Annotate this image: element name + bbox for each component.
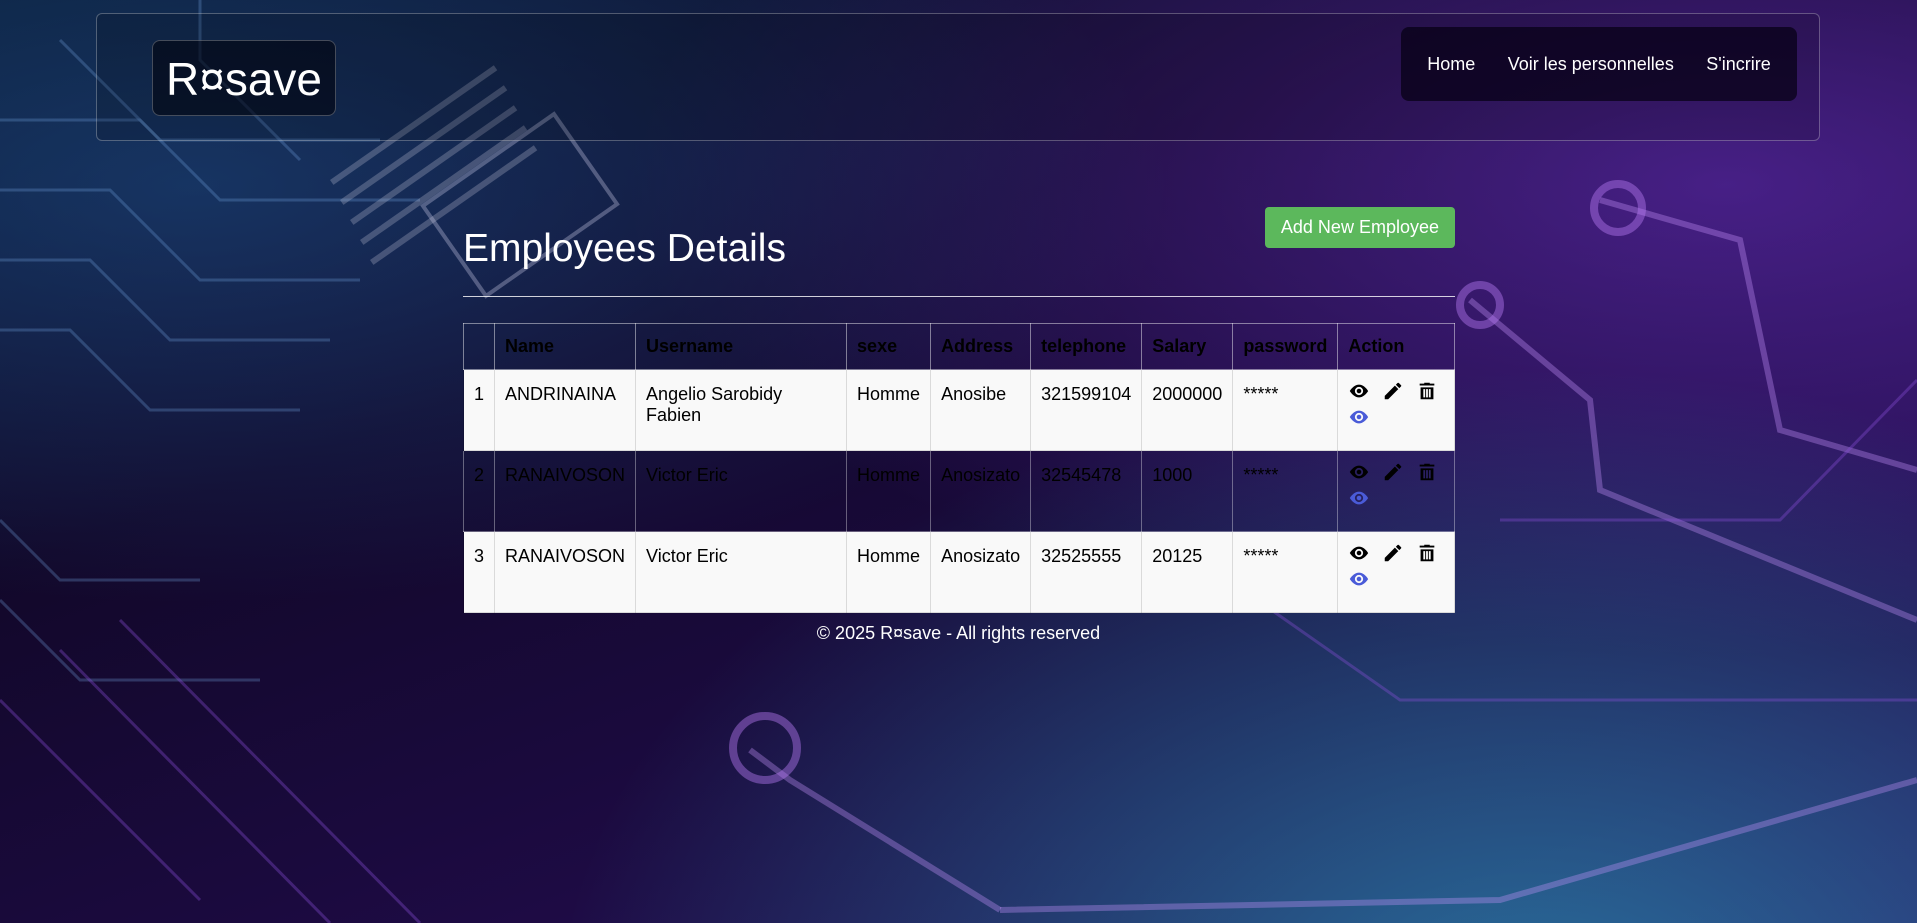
col-header-username: Username — [635, 323, 848, 370]
cell-telephone: 321599104 — [1041, 384, 1132, 404]
trash-icon[interactable] — [1416, 542, 1438, 564]
table-header-row: Name Username sexe Address telephone Sal… — [462, 323, 1455, 370]
col-header-name: Name — [494, 323, 637, 370]
trash-icon[interactable] — [1416, 380, 1438, 402]
col-header-telephone: telephone — [1030, 323, 1143, 370]
eye-icon[interactable] — [1348, 487, 1370, 509]
nav-register-link[interactable]: S'incrire — [1706, 54, 1770, 75]
table-row: 1 ANDRINAINA Angelio Sarobidy Fabien Hom… — [462, 369, 1455, 451]
eye-icon[interactable] — [1348, 542, 1370, 564]
navbar: R¤save Home Voir les personnelles S'incr… — [96, 13, 1820, 141]
cell-name: RANAIVOSON — [505, 546, 626, 566]
table-row: 2 RANAIVOSON Victor Eric Homme Anosizato… — [462, 450, 1455, 532]
cell-password: ***** — [1243, 546, 1279, 566]
nav-personnel-link[interactable]: Voir les personnelles — [1508, 54, 1674, 75]
pencil-icon[interactable] — [1382, 542, 1404, 564]
cell-telephone: 32545478 — [1041, 465, 1122, 485]
pencil-icon[interactable] — [1382, 380, 1404, 402]
cell-sexe: Homme — [857, 465, 921, 485]
cell-address: Anosibe — [941, 384, 1007, 404]
eye-icon[interactable] — [1348, 461, 1370, 483]
cell-password: ***** — [1243, 384, 1279, 404]
cell-actions — [1337, 450, 1455, 532]
cell-username: Victor Eric — [646, 546, 728, 566]
cell-id: 3 — [474, 546, 485, 566]
cell-actions — [1337, 369, 1455, 451]
eye-icon[interactable] — [1348, 406, 1370, 428]
col-header-address: Address — [930, 323, 1032, 370]
cell-sexe: Homme — [857, 384, 921, 404]
cell-username: Victor Eric — [646, 465, 728, 485]
title-divider — [463, 296, 1455, 297]
table-row: 3 RANAIVOSON Victor Eric Homme Anosizato… — [462, 531, 1455, 613]
cell-address: Anosizato — [941, 465, 1021, 485]
cell-username: Angelio Sarobidy Fabien — [646, 384, 783, 425]
footer-copyright: © 2025 R¤save - All rights reserved — [816, 623, 1101, 643]
eye-icon[interactable] — [1348, 568, 1370, 590]
cell-sexe: Homme — [857, 546, 921, 566]
eye-icon[interactable] — [1348, 380, 1370, 402]
cell-actions — [1337, 531, 1455, 613]
col-header-index — [462, 323, 496, 370]
nav-home-link[interactable]: Home — [1427, 54, 1475, 75]
col-header-salary: Salary — [1141, 323, 1234, 370]
cell-salary: 2000000 — [1152, 384, 1223, 404]
trash-icon[interactable] — [1416, 461, 1438, 483]
page-title: Employees Details — [463, 227, 786, 270]
cell-password: ***** — [1243, 465, 1279, 485]
col-header-sexe: sexe — [846, 323, 932, 370]
employees-table: Name Username sexe Address telephone Sal… — [462, 323, 1455, 613]
brand-logo[interactable]: R¤save — [152, 40, 336, 116]
cell-salary: 1000 — [1152, 465, 1193, 485]
cell-name: ANDRINAINA — [505, 384, 617, 404]
cell-id: 1 — [474, 384, 485, 404]
cell-telephone: 32525555 — [1041, 546, 1122, 566]
pencil-icon[interactable] — [1382, 461, 1404, 483]
col-header-password: password — [1232, 323, 1339, 370]
add-employee-button[interactable]: Add New Employee — [1264, 207, 1455, 248]
cell-salary: 20125 — [1152, 546, 1203, 566]
col-header-action: Action — [1337, 323, 1455, 370]
cell-id: 2 — [474, 465, 485, 485]
nav-links: Home Voir les personnelles S'incrire — [1401, 27, 1797, 101]
cell-name: RANAIVOSON — [505, 465, 626, 485]
cell-address: Anosizato — [941, 546, 1021, 566]
